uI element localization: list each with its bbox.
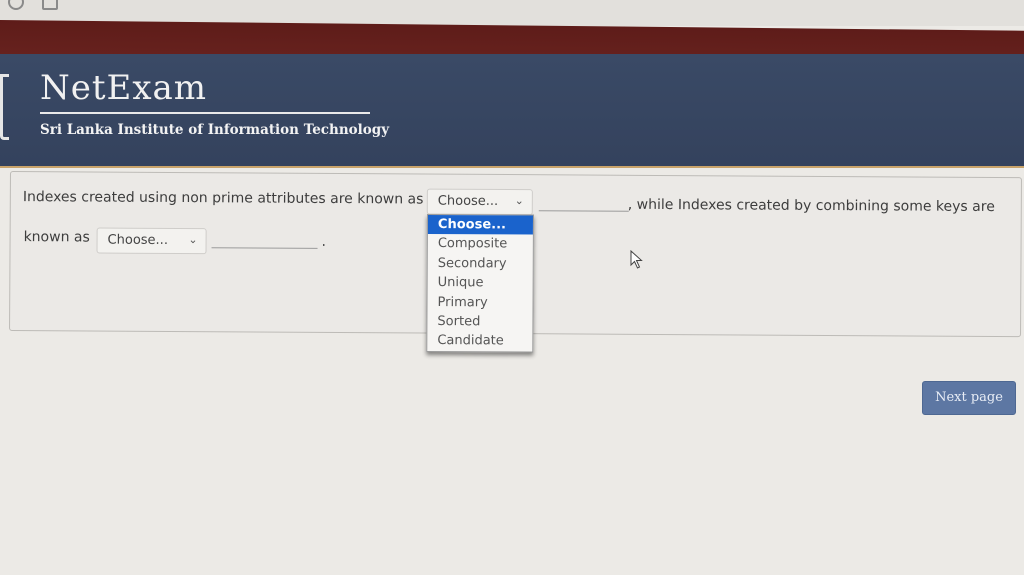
answer-select-2[interactable]: Choose... ⌄ (96, 227, 207, 255)
logo-rule (40, 112, 370, 114)
dropdown-option[interactable]: Composite (428, 234, 533, 254)
dropdown-option[interactable]: Candidate (427, 331, 532, 351)
site-header: NetExam Sri Lanka Institute of Informati… (0, 54, 1024, 168)
select-value: Choose... (437, 193, 499, 209)
dropdown-option[interactable]: Primary (427, 293, 532, 313)
circle-icon[interactable] (8, 0, 24, 10)
square-icon[interactable] (42, 0, 58, 10)
question-text-4: . (321, 233, 327, 250)
select-value: Choose... (107, 232, 169, 248)
edge-mark (0, 74, 9, 140)
select-dropdown-list[interactable]: Choose... Composite Secondary Unique Pri… (426, 214, 534, 353)
dropdown-option[interactable]: Choose... (427, 215, 533, 235)
chevron-down-icon: ⌄ (188, 233, 198, 247)
dropdown-option[interactable]: Unique (428, 273, 533, 293)
site-logo: NetExam (40, 68, 208, 108)
next-page-button[interactable]: Next page (922, 381, 1016, 415)
chevron-down-icon: ⌄ (514, 194, 524, 208)
question-text-3: known as (23, 229, 90, 246)
dropdown-option[interactable]: Sorted (427, 312, 532, 332)
question-text-2: , while Indexes created by combining som… (627, 196, 995, 216)
answer-blank-1 (538, 210, 629, 212)
dropdown-option[interactable]: Secondary (428, 254, 533, 274)
question-text-1: Indexes created using non prime attribut… (22, 189, 424, 208)
answer-blank-2 (211, 247, 318, 249)
answer-select-1[interactable]: Choose... ⌄ (426, 188, 533, 216)
institute-name: Sri Lanka Institute of Information Techn… (40, 122, 390, 138)
